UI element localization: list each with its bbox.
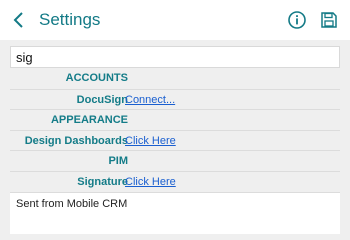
setting-label: DocuSign — [76, 93, 128, 106]
info-button[interactable] — [286, 9, 308, 31]
design-dashboards-link[interactable]: Click Here — [125, 135, 176, 147]
info-icon — [288, 11, 306, 29]
signature-text: Sent from Mobile CRM — [16, 198, 128, 210]
signature-link[interactable]: Click Here — [125, 176, 176, 188]
save-icon — [321, 12, 337, 28]
docusign-connect-link[interactable]: Connect... — [125, 94, 175, 106]
settings-row-signature: Signature Click Here — [10, 171, 340, 191]
page-title: Settings — [39, 10, 101, 29]
back-button[interactable] — [8, 9, 30, 31]
search-input[interactable] — [10, 46, 340, 68]
settings-row-design-dashboards: Design Dashboards Click Here — [10, 130, 340, 150]
section-header-accounts: ACCOUNTS — [10, 68, 340, 88]
section-title: APPEARANCE — [50, 113, 128, 126]
section-title: PIM — [108, 154, 128, 167]
chevron-left-icon — [13, 12, 23, 28]
section-header-pim: PIM — [10, 150, 340, 170]
settings-row-docusign: DocuSign Connect... — [10, 89, 340, 109]
setting-label: Signature — [77, 175, 128, 188]
header-bar: Settings — [0, 0, 350, 40]
signature-text-area[interactable]: Sent from Mobile CRM — [10, 192, 340, 234]
section-header-appearance: APPEARANCE — [10, 109, 340, 129]
setting-label: Design Dashboards — [24, 134, 128, 147]
save-button[interactable] — [318, 9, 340, 31]
section-title: ACCOUNTS — [65, 72, 128, 84]
